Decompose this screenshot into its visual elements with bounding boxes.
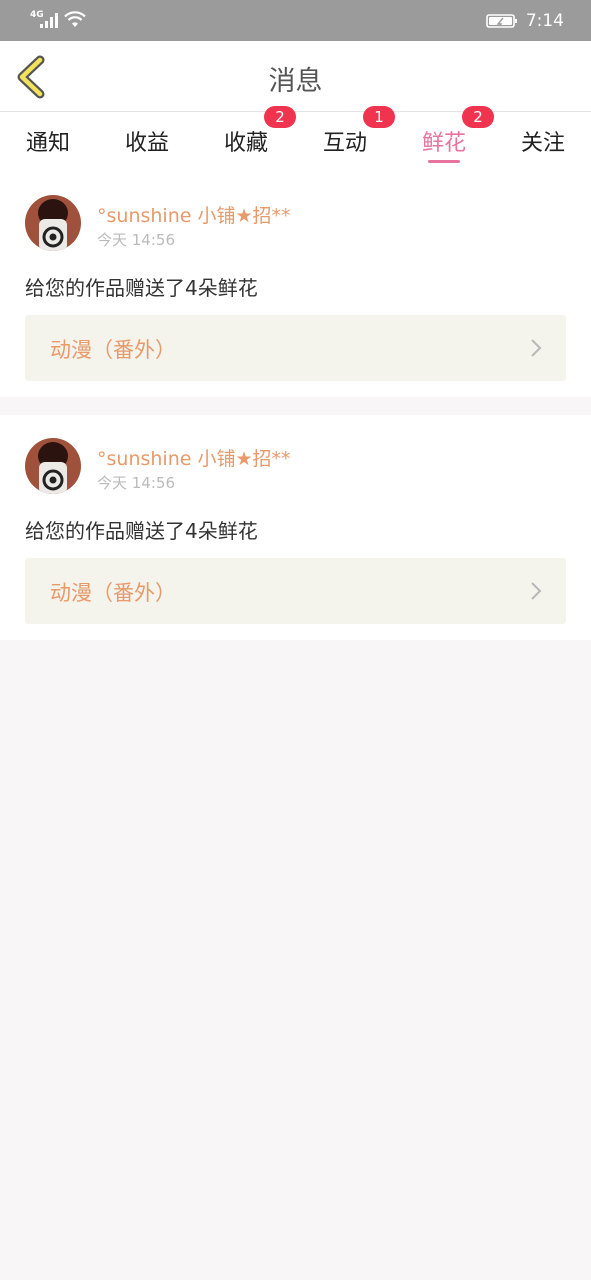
tab-label: 收益 xyxy=(124,131,169,156)
message-text: 给您的作品赠送了4朵鲜花 xyxy=(25,276,258,300)
tab-label: 关注 xyxy=(520,131,565,156)
status-right: 7:14 xyxy=(486,0,564,41)
unread-badge: 1 xyxy=(363,106,395,128)
tab-label: 鲜花 xyxy=(421,131,466,156)
active-tab-indicator xyxy=(428,160,460,163)
tab-label: 通知 xyxy=(25,131,70,156)
work-link[interactable]: 动漫（番外） xyxy=(25,315,566,381)
avatar[interactable] xyxy=(25,195,81,251)
post-time: 今天 14:56 xyxy=(97,231,175,249)
tab-bar: 通知 收益 收藏 2 互动 1 鲜花 2 关注 xyxy=(0,106,591,172)
message-text: 给您的作品赠送了4朵鲜花 xyxy=(25,519,258,543)
wifi-icon xyxy=(64,11,86,27)
status-bar: 4G 7:14 xyxy=(0,0,591,41)
chevron-right-icon xyxy=(531,339,542,357)
tab-income[interactable]: 收益 xyxy=(107,112,187,172)
page-title: 消息 xyxy=(268,66,323,97)
battery-icon xyxy=(486,13,517,28)
tab-flowers[interactable]: 鲜花 2 xyxy=(404,106,494,172)
user-name[interactable]: °sunshine 小铺★招** xyxy=(97,444,291,471)
avatar[interactable] xyxy=(25,438,81,494)
unread-badge: 2 xyxy=(264,106,296,128)
avatar-image xyxy=(25,438,81,494)
clock: 7:14 xyxy=(525,10,564,31)
user-name[interactable]: °sunshine 小铺★招** xyxy=(97,201,291,228)
unread-badge: 2 xyxy=(462,106,494,128)
app-header: 消息 xyxy=(0,41,591,112)
tab-label: 互动 xyxy=(322,131,367,156)
signal-icon xyxy=(40,13,58,28)
avatar-image xyxy=(25,195,81,251)
post-time: 今天 14:56 xyxy=(97,474,175,492)
tab-following[interactable]: 关注 xyxy=(503,112,583,172)
work-title: 动漫（番外） xyxy=(50,338,176,362)
tab-favorites[interactable]: 收藏 2 xyxy=(206,106,296,172)
tab-notice[interactable]: 通知 xyxy=(8,112,88,172)
work-link[interactable]: 动漫（番外） xyxy=(25,558,566,624)
work-title: 动漫（番外） xyxy=(50,581,176,605)
message-card: °sunshine 小铺★招** 今天 14:56 给您的作品赠送了4朵鲜花 动… xyxy=(0,172,591,397)
chevron-right-icon xyxy=(531,582,542,600)
tab-interaction[interactable]: 互动 1 xyxy=(305,106,395,172)
message-card: °sunshine 小铺★招** 今天 14:56 给您的作品赠送了4朵鲜花 动… xyxy=(0,415,591,640)
tab-label: 收藏 xyxy=(223,131,268,156)
